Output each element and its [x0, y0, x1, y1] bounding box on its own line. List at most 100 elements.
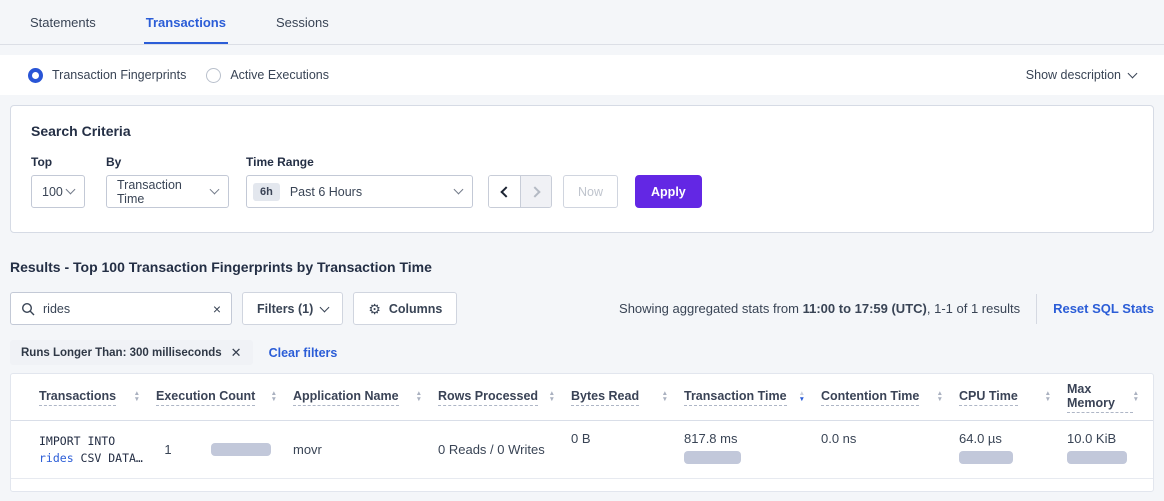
page-tabs: Statements Transactions Sessions — [0, 0, 1164, 45]
search-icon — [21, 302, 35, 316]
column-header-application-name[interactable]: Application Name ▲▼ — [293, 374, 438, 420]
gear-icon: ⚙ — [368, 302, 381, 316]
cell-application-name: movr — [293, 421, 438, 478]
chevron-down-icon — [454, 185, 464, 195]
column-header-label: Execution Count — [156, 389, 255, 406]
time-range-select[interactable]: 6h Past 6 Hours — [246, 175, 473, 208]
column-header-label: Bytes Read — [571, 389, 639, 406]
radio-unselected-icon — [206, 68, 221, 83]
transaction-time-bar — [684, 451, 741, 464]
table-row: IMPORT INTO rides CSV DATA… 1 movr 0 Rea… — [11, 421, 1153, 479]
column-header-label: CPU Time — [959, 389, 1018, 406]
show-description-label: Show description — [1026, 68, 1121, 82]
column-header-transactions[interactable]: Transactions ▲▼ — [39, 374, 156, 420]
column-header-label: Contention Time — [821, 389, 919, 406]
time-range-field: Time Range 6h Past 6 Hours — [246, 155, 488, 208]
chevron-down-icon — [320, 303, 330, 313]
top-select[interactable]: 100 — [31, 175, 85, 208]
stats-range: 11:00 to 17:59 (UTC) — [803, 301, 927, 316]
next-time-window-button[interactable] — [520, 176, 551, 207]
cell-execution-count: 1 — [156, 421, 293, 478]
execution-count-value: 1 — [164, 442, 171, 457]
remove-filter-icon[interactable]: ✕ — [231, 345, 242, 361]
columns-button[interactable]: ⚙ Columns — [353, 292, 457, 325]
radio-label: Transaction Fingerprints — [52, 68, 186, 82]
filter-chip-label: Runs Longer Than: 300 milliseconds — [21, 347, 222, 359]
applied-filters-row: Runs Longer Than: 300 milliseconds ✕ Cle… — [10, 340, 1154, 365]
radio-transaction-fingerprints[interactable]: Transaction Fingerprints — [28, 68, 186, 83]
previous-time-window-button[interactable] — [489, 176, 520, 207]
column-header-label: Application Name — [293, 389, 399, 406]
sort-desc-icon: ▲▼ — [799, 391, 805, 403]
transaction-statement-line1: IMPORT INTO — [39, 433, 142, 450]
rows-processed-value: 0 Reads / 0 Writes — [438, 442, 557, 457]
radio-active-executions[interactable]: Active Executions — [206, 68, 329, 83]
filters-button[interactable]: Filters (1) — [242, 292, 343, 325]
column-header-execution-count[interactable]: Execution Count ▲▼ — [156, 374, 293, 420]
radio-label: Active Executions — [230, 68, 329, 82]
reset-sql-stats-link[interactable]: Reset SQL Stats — [1053, 301, 1154, 316]
cell-transaction-fingerprint[interactable]: IMPORT INTO rides CSV DATA… — [39, 421, 156, 478]
stats-prefix: Showing aggregated stats from — [619, 301, 803, 316]
column-header-max-memory[interactable]: Max Memory ▲▼ — [1067, 374, 1155, 420]
contention-time-value: 0.0 ns — [821, 431, 945, 446]
search-input[interactable] — [43, 302, 207, 316]
results-toolbar: × Filters (1) ⚙ Columns Showing aggregat… — [10, 292, 1154, 325]
filter-chip-runs-longer-than: Runs Longer Than: 300 milliseconds ✕ — [10, 340, 253, 365]
results-heading: Results - Top 100 Transaction Fingerprin… — [10, 259, 1154, 275]
now-button[interactable]: Now — [563, 175, 618, 208]
by-select[interactable]: Transaction Time — [106, 175, 229, 208]
chevron-right-icon — [529, 186, 540, 197]
cell-rows-processed: 0 Reads / 0 Writes — [438, 421, 571, 478]
column-header-transaction-time[interactable]: Transaction Time ▲▼ — [684, 374, 821, 420]
chevron-down-icon — [66, 185, 76, 195]
execution-count-bar — [211, 443, 271, 456]
tab-transactions[interactable]: Transactions — [144, 2, 228, 44]
cell-contention-time: 0.0 ns — [821, 421, 959, 478]
column-header-label: Transactions — [39, 389, 116, 406]
sort-icon: ▲▼ — [662, 391, 668, 403]
aggregated-stats-text: Showing aggregated stats from 11:00 to 1… — [619, 301, 1020, 316]
filters-button-label: Filters (1) — [257, 302, 313, 316]
table-header-row: Transactions ▲▼ Execution Count ▲▼ Appli… — [11, 374, 1153, 421]
column-header-cpu-time[interactable]: CPU Time ▲▼ — [959, 374, 1067, 420]
sort-icon: ▲▼ — [416, 391, 422, 403]
stats-suffix: , 1-1 of 1 results — [927, 301, 1020, 316]
time-range-badge: 6h — [253, 183, 280, 201]
tab-sessions[interactable]: Sessions — [274, 2, 331, 44]
sort-icon: ▲▼ — [134, 391, 140, 403]
time-range-label: Time Range — [246, 155, 488, 169]
cell-transaction-time: 817.8 ms — [684, 421, 821, 478]
tab-statements[interactable]: Statements — [28, 2, 98, 44]
time-window-arrows — [488, 175, 552, 208]
search-criteria-title: Search Criteria — [31, 123, 1133, 139]
clear-filters-link[interactable]: Clear filters — [269, 346, 338, 360]
application-name-value: movr — [293, 442, 424, 457]
view-toggle-band: Transaction Fingerprints Active Executio… — [0, 55, 1164, 95]
sort-icon: ▲▼ — [549, 391, 555, 403]
search-box: × — [10, 292, 232, 325]
by-select-value: Transaction Time — [117, 178, 211, 206]
show-description-toggle[interactable]: Show description — [1026, 68, 1136, 82]
bytes-read-value: 0 B — [571, 431, 670, 446]
top-field: Top 100 — [31, 155, 106, 208]
column-header-bytes-read[interactable]: Bytes Read ▲▼ — [571, 374, 684, 420]
by-label: By — [106, 155, 246, 169]
max-memory-value: 10.0 KiB — [1067, 431, 1141, 446]
column-header-rows-processed[interactable]: Rows Processed ▲▼ — [438, 374, 571, 420]
column-header-contention-time[interactable]: Contention Time ▲▼ — [821, 374, 959, 420]
search-criteria-card: Search Criteria Top 100 By Transaction T… — [10, 105, 1154, 233]
top-label: Top — [31, 155, 106, 169]
sort-icon: ▲▼ — [937, 391, 943, 403]
column-header-label: Rows Processed — [438, 389, 538, 406]
chevron-left-icon — [500, 186, 511, 197]
cell-cpu-time: 64.0 µs — [959, 421, 1067, 478]
max-memory-bar — [1067, 451, 1127, 464]
statement-rest: CSV DATA… — [74, 451, 143, 465]
chevron-down-icon — [210, 185, 220, 195]
apply-button[interactable]: Apply — [635, 175, 702, 208]
sort-icon: ▲▼ — [1045, 391, 1051, 403]
clear-search-icon[interactable]: × — [207, 301, 221, 317]
chevron-down-icon — [1128, 68, 1138, 78]
divider — [1036, 294, 1037, 324]
